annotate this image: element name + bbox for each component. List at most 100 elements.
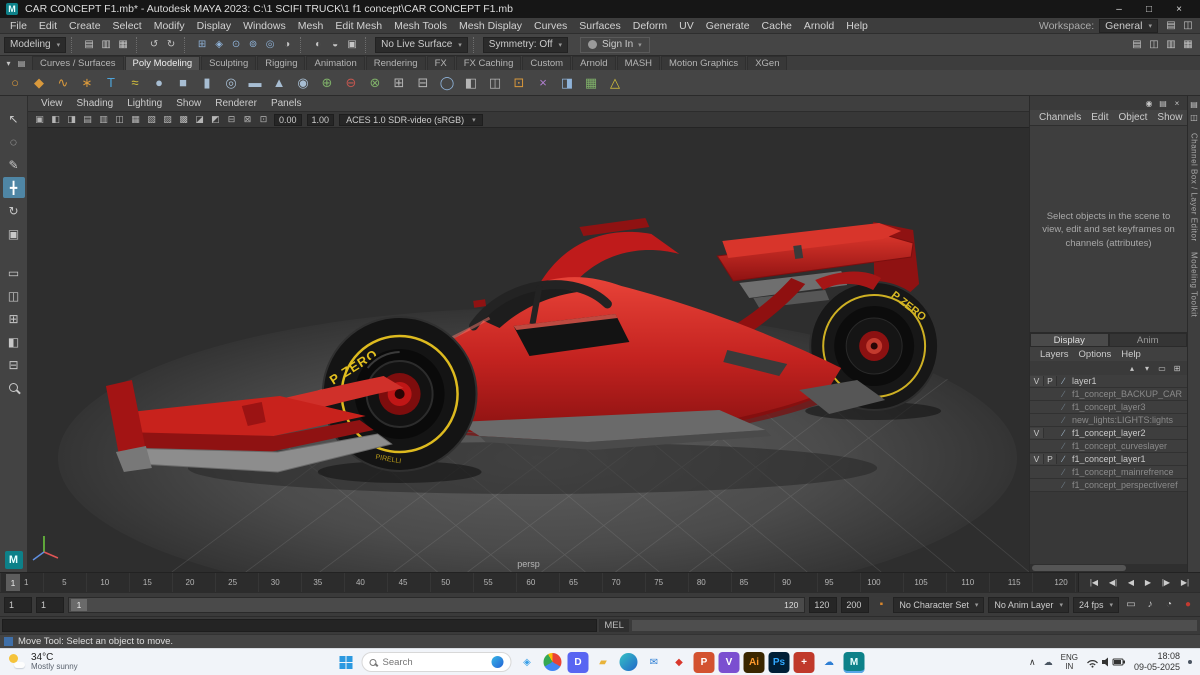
shaded-icon[interactable]: ▨ bbox=[160, 113, 175, 126]
status-separator[interactable] bbox=[71, 36, 76, 53]
layer-row[interactable]: ∕ f1_concept_perspectiveref bbox=[1030, 479, 1187, 492]
oversampling-icon[interactable]: ▦ bbox=[128, 113, 143, 126]
isolate-select-icon[interactable]: ⊡ bbox=[256, 113, 271, 126]
clock-widget[interactable]: 18:08 09-05-2025 bbox=[1134, 651, 1180, 673]
menu-set-dropdown[interactable]: Modeling bbox=[4, 36, 67, 53]
separate-icon[interactable]: ⊟ bbox=[413, 73, 433, 93]
poly-cone-icon[interactable]: ▲ bbox=[269, 73, 289, 93]
layer-name[interactable]: f1_concept_layer2 bbox=[1070, 428, 1146, 438]
gamma-field[interactable]: 1.00 bbox=[306, 113, 335, 126]
layer-playback-toggle[interactable]: P bbox=[1044, 376, 1057, 386]
channel-menu-show[interactable]: Show bbox=[1152, 112, 1187, 123]
tool-settings-toggle-icon[interactable]: ▦ bbox=[1180, 37, 1196, 53]
menu-generate[interactable]: Generate bbox=[700, 20, 756, 32]
menu-edit[interactable]: Edit bbox=[33, 20, 63, 32]
target-weld-icon[interactable]: △ bbox=[605, 73, 625, 93]
layer-visibility-toggle[interactable]: V bbox=[1030, 428, 1044, 438]
go-to-end-button[interactable]: ▶| bbox=[1181, 578, 1189, 587]
timeline-track[interactable]: 1 1 5 10 15 20 25 30 35 40 45 50 55 60 65 70 75 80 85 90 95… bbox=[0, 573, 1078, 592]
panel-menu-renderer[interactable]: Renderer bbox=[208, 98, 264, 109]
four-pane-layout-icon[interactable]: ⊞ bbox=[3, 308, 25, 329]
screen-space-ao-icon[interactable]: ⊟ bbox=[224, 113, 239, 126]
collapse-panel-icon[interactable]: × bbox=[1171, 97, 1183, 109]
status-separator[interactable] bbox=[300, 36, 305, 53]
motion-blur-icon[interactable]: ⊠ bbox=[240, 113, 255, 126]
move-layer-down-icon[interactable]: ▾ bbox=[1141, 362, 1153, 374]
menu-surfaces[interactable]: Surfaces bbox=[573, 20, 626, 32]
redo-icon[interactable]: ↻ bbox=[163, 37, 179, 53]
layer-name[interactable]: new_lights:LIGHTS:lights bbox=[1070, 415, 1173, 425]
menu-create[interactable]: Create bbox=[63, 20, 107, 32]
layer-name[interactable]: f1_concept_layer3 bbox=[1070, 402, 1146, 412]
playback-end-field[interactable]: 120 bbox=[809, 596, 838, 613]
search-box[interactable] bbox=[361, 652, 512, 672]
snap-to-curve-icon[interactable]: ◈ bbox=[211, 37, 227, 53]
make-live-icon[interactable]: ◎ bbox=[262, 37, 278, 53]
close-button[interactable]: × bbox=[1164, 0, 1194, 18]
combine-icon[interactable]: ⊞ bbox=[389, 73, 409, 93]
search-input[interactable] bbox=[382, 656, 478, 668]
playback-options-icon[interactable]: ▭ bbox=[1123, 597, 1139, 613]
image-plane-icon[interactable]: ▥ bbox=[96, 113, 111, 126]
menu-arnold[interactable]: Arnold bbox=[798, 20, 840, 32]
attribute-editor-tab-icon[interactable]: ▤ bbox=[1189, 99, 1200, 110]
menu-curves[interactable]: Curves bbox=[528, 20, 573, 32]
weather-widget[interactable]: 34°C Mostly sunny bbox=[8, 652, 78, 672]
layer-name[interactable]: f1_concept_BACKUP_CAR bbox=[1070, 389, 1182, 399]
poly-disc-icon[interactable]: ◉ bbox=[293, 73, 313, 93]
sidebar-tab-channel-box[interactable]: Channel Box / Layer Editor bbox=[1190, 133, 1199, 242]
sign-in-button[interactable]: Sign In bbox=[580, 36, 650, 53]
bookmarks-icon[interactable]: ▤ bbox=[80, 113, 95, 126]
shelf-tab-mash[interactable]: MASH bbox=[616, 56, 661, 70]
animation-end-field[interactable]: 200 bbox=[841, 596, 870, 613]
layer-menu-options[interactable]: Options bbox=[1074, 349, 1117, 360]
status-separator[interactable] bbox=[184, 36, 189, 53]
colorspace-dropdown[interactable]: ACES 1.0 SDR-video (sRGB) bbox=[339, 113, 483, 126]
split-pane-layout-icon[interactable]: ⊟ bbox=[3, 354, 25, 375]
character-set-dropdown[interactable]: No Character Set bbox=[893, 596, 985, 613]
render-current-frame-icon[interactable]: ◐ bbox=[310, 37, 326, 53]
snap-to-grid-icon[interactable]: ⊞ bbox=[194, 37, 210, 53]
go-to-start-button[interactable]: |◀ bbox=[1090, 578, 1098, 587]
panel-menu-lighting[interactable]: Lighting bbox=[120, 98, 169, 109]
shelf-tab-fx-caching[interactable]: FX Caching bbox=[455, 56, 522, 70]
shelf-tab-rendering[interactable]: Rendering bbox=[365, 56, 426, 70]
status-separator[interactable] bbox=[365, 36, 370, 53]
playback-start-field[interactable]: 1 bbox=[36, 596, 64, 613]
outliner-pane-layout-icon[interactable]: ◧ bbox=[3, 331, 25, 352]
panel-menu-view[interactable]: View bbox=[34, 98, 70, 109]
ep-curve-icon[interactable]: ∿ bbox=[53, 73, 73, 93]
camera-attributes-icon[interactable]: ◨ bbox=[64, 113, 79, 126]
snap-to-projected-center-icon[interactable]: ⊚ bbox=[245, 37, 261, 53]
menu-mesh-tools[interactable]: Mesh Tools bbox=[388, 20, 453, 32]
shelf-gear-icon[interactable]: ▤ bbox=[16, 58, 27, 69]
shelf-tab-fx[interactable]: FX bbox=[426, 56, 455, 70]
menu-cache[interactable]: Cache bbox=[756, 20, 798, 32]
tool-settings-tab-icon[interactable]: ◫ bbox=[1189, 112, 1200, 123]
animation-start-field[interactable]: 1 bbox=[4, 596, 32, 613]
shelf-tab-poly-modeling[interactable]: Poly Modeling bbox=[124, 56, 201, 70]
poly-cube-icon[interactable]: ■ bbox=[173, 73, 193, 93]
notification-bell-icon[interactable] bbox=[1188, 660, 1192, 664]
type-tool-icon[interactable]: T bbox=[101, 73, 121, 93]
start-button[interactable] bbox=[336, 652, 357, 673]
layer-row[interactable]: V ∕ f1_concept_layer2 bbox=[1030, 427, 1187, 440]
extrude-icon[interactable]: ⊡ bbox=[509, 73, 529, 93]
onedrive-tray-icon[interactable]: ☁ bbox=[1044, 657, 1053, 668]
range-slider[interactable]: 1 120 bbox=[68, 596, 806, 613]
minimize-button[interactable]: – bbox=[1104, 0, 1134, 18]
menu-windows[interactable]: Windows bbox=[237, 20, 292, 32]
live-surface-dropdown[interactable]: No Live Surface bbox=[375, 36, 468, 53]
select-camera-icon[interactable]: ▣ bbox=[32, 113, 47, 126]
status-separator[interactable] bbox=[472, 36, 478, 53]
menu-uv[interactable]: UV bbox=[673, 20, 700, 32]
defender-icon[interactable]: + bbox=[793, 651, 815, 673]
open-scene-icon[interactable]: ▥ bbox=[98, 37, 114, 53]
quad-draw-icon[interactable]: ▦ bbox=[581, 73, 601, 93]
move-layer-up-icon[interactable]: ▴ bbox=[1126, 362, 1138, 374]
paint-select-tool-icon[interactable]: ✎ bbox=[3, 154, 25, 175]
layer-row[interactable]: ∕ f1_concept_curveslayer bbox=[1030, 440, 1187, 453]
shelf-tab-curves-surfaces[interactable]: Curves / Surfaces bbox=[32, 56, 124, 70]
layer-editor-tab-anim[interactable]: Anim bbox=[1108, 333, 1187, 347]
use-all-lights-icon[interactable]: ◪ bbox=[192, 113, 207, 126]
